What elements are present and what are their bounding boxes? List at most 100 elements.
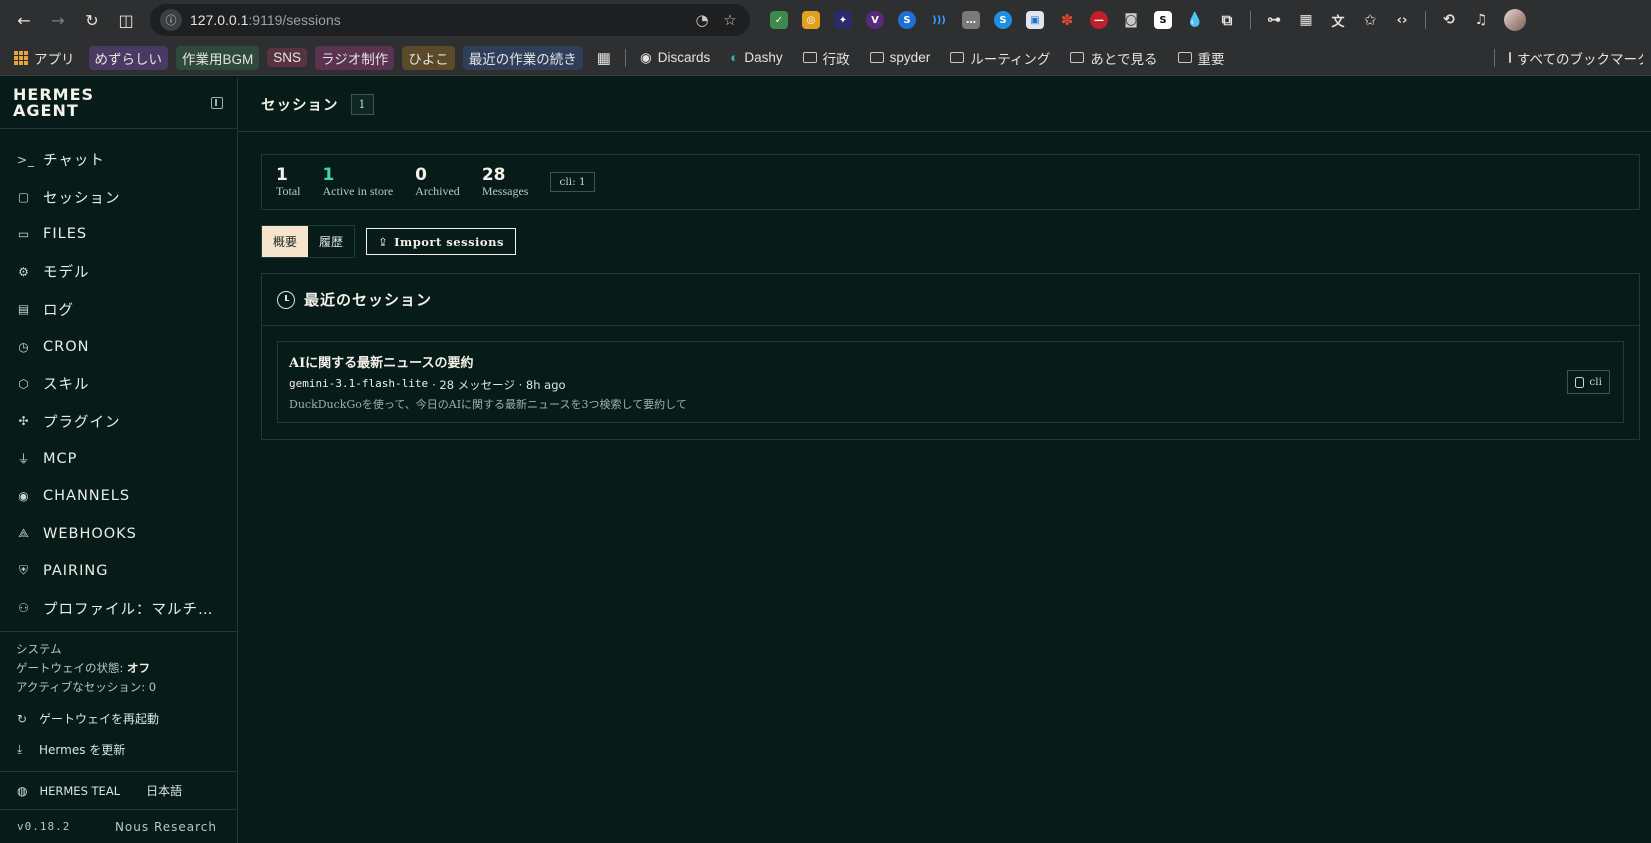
- folder-icon: [1177, 52, 1192, 63]
- bookmark-separator: [624, 48, 626, 67]
- language-switcher[interactable]: 日本語: [146, 782, 182, 799]
- bookmark-tag-1[interactable]: めずらしい: [88, 45, 168, 70]
- media-control-icon[interactable]: ♫: [1472, 11, 1490, 29]
- folder-icon: [1070, 52, 1085, 63]
- stat-messages: 28 Messages: [482, 166, 529, 199]
- users-icon: ⚇: [18, 601, 30, 616]
- sidebar-item-chat[interactable]: >_ チャット: [0, 141, 237, 178]
- session-meta-rest: · 28 メッセージ · 8h ago: [432, 378, 566, 392]
- stat-value: 0: [415, 164, 427, 185]
- sidebar-item-label: プロファイル：マルチエージェント: [43, 601, 213, 618]
- sidebar-item-plugins[interactable]: ✣ プラグイン: [0, 403, 237, 440]
- s-extension-icon[interactable]: S: [1154, 11, 1172, 29]
- session-preview: DuckDuckGoを使って、今日のAIに関する最新ニュースを3つ検索して要約し…: [289, 398, 687, 411]
- orange-extension-icon[interactable]: ◎: [802, 11, 820, 29]
- sidebar-item-sessions[interactable]: ▢ セッション: [0, 178, 237, 215]
- source-filter-chip[interactable]: cli: 1: [550, 172, 595, 192]
- star-extension-icon[interactable]: ✦: [834, 11, 852, 29]
- extensions-puzzle-icon[interactable]: ⧉: [1218, 11, 1236, 29]
- performance-icon[interactable]: ◔: [692, 11, 712, 29]
- bookmark-discards[interactable]: ◉ Discards: [634, 48, 716, 68]
- collapse-sidebar-icon[interactable]: [211, 96, 223, 109]
- version-label: v0.18.2: [17, 820, 71, 833]
- tab-groups-icon[interactable]: ▦: [591, 47, 617, 69]
- bookmark-tag-2[interactable]: 作業用BGM: [176, 45, 260, 70]
- sidebar-item-label: チャット: [43, 153, 105, 170]
- update-hermes-button[interactable]: ⤓ Hermes を更新: [0, 734, 237, 765]
- tab-overview[interactable]: 概要: [262, 226, 309, 257]
- sidebar-item-models[interactable]: ⚙ モデル: [0, 253, 237, 290]
- bookmark-apps[interactable]: アプリ: [8, 46, 81, 70]
- reload-icon[interactable]: ↻: [78, 6, 106, 34]
- bookmark-star-icon[interactable]: ☆: [720, 11, 740, 29]
- import-sessions-button[interactable]: ⇪ Import sessions: [366, 228, 516, 255]
- bookmark-label: Dashy: [744, 50, 783, 65]
- stat-value: 1: [322, 164, 335, 185]
- folder-open-icon: ▭: [17, 227, 31, 242]
- extensions-row: ✓ ◎ ✦ V S ))) … S ▣ ✽ — ◙ S 💧 ⧉ ⊶ ▦ 文 ✩ …: [770, 9, 1526, 31]
- sidebar-item-channels[interactable]: ◉ CHANNELS: [0, 477, 237, 514]
- url-text[interactable]: 127.0.0.1:9119/sessions: [190, 12, 684, 28]
- sidebar-item-skills[interactable]: ⬡ スキル: [0, 365, 237, 402]
- code-icon[interactable]: ‹›: [1393, 11, 1411, 29]
- sidebar-item-profile[interactable]: ⚇ プロファイル：マルチエージェント: [0, 590, 237, 627]
- bookmark-dashy[interactable]: ◐ Dashy: [724, 48, 788, 67]
- address-bar[interactable]: ⓘ 127.0.0.1:9119/sessions ◔ ☆: [150, 4, 750, 36]
- bookmark-tag-3[interactable]: SNS: [267, 48, 308, 67]
- block-extension-icon[interactable]: —: [1090, 11, 1108, 29]
- camera-extension-icon[interactable]: ◙: [1122, 11, 1140, 29]
- tab-history[interactable]: 履歴: [308, 226, 354, 257]
- chat-extension-icon[interactable]: …: [962, 11, 980, 29]
- bookmark-folder-5[interactable]: 重要: [1172, 46, 1231, 70]
- restart-gateway-button[interactable]: ↻ ゲートウェイを再起動: [0, 703, 237, 734]
- drop-extension-icon[interactable]: 💧: [1186, 11, 1204, 29]
- split-view-icon[interactable]: ◫: [112, 6, 140, 34]
- sidebar-item-webhooks[interactable]: ⟁ WEBHOOKS: [0, 515, 237, 552]
- site-info-icon[interactable]: ⓘ: [160, 9, 182, 31]
- toolbar-separator-2: [1425, 11, 1426, 29]
- app-root: HERMES AGENT >_ チャット ▢ セッション ▭ FILES ⚙ モデル ▤…: [0, 78, 1651, 843]
- vendor-link[interactable]: Nous Research: [115, 820, 217, 834]
- shield-extension-icon[interactable]: ✓: [770, 11, 788, 29]
- bookmark-folder-2[interactable]: spyder: [864, 48, 937, 67]
- bookmark-tag-5[interactable]: ひよこ: [402, 45, 455, 70]
- forward-icon[interactable]: →: [44, 6, 72, 34]
- link-icon[interactable]: ⊶: [1265, 11, 1283, 29]
- flower-extension-icon[interactable]: ✽: [1058, 11, 1076, 29]
- shazam-extension-icon[interactable]: S: [994, 11, 1012, 29]
- theme-switcher[interactable]: HERMES TEAL: [39, 784, 120, 798]
- bookmark-folder-3[interactable]: ルーティング: [944, 46, 1056, 70]
- image-extension-icon[interactable]: ▣: [1026, 11, 1044, 29]
- translate-icon[interactable]: 文: [1329, 11, 1347, 30]
- vis-extension-icon[interactable]: V: [866, 11, 884, 29]
- qr-code-icon[interactable]: ▦: [1297, 11, 1315, 29]
- performance-extension-icon[interactable]: ⟲: [1440, 11, 1458, 29]
- sidebar-item-label: ログ: [43, 302, 74, 319]
- sidebar-item-pairing[interactable]: ⛨ PAIRING: [0, 552, 237, 589]
- bookmark-label: すべてのブックマーク: [1517, 51, 1643, 67]
- stat-value: 1: [276, 164, 288, 185]
- bookmark-tag-4[interactable]: ラジオ制作: [315, 45, 395, 70]
- sidebar-item-cron[interactable]: ◷ CRON: [0, 328, 237, 365]
- favorites-icon[interactable]: ✩: [1361, 11, 1379, 29]
- all-bookmarks[interactable]: すべてのブックマーク: [1503, 46, 1643, 70]
- wave-extension-icon[interactable]: ))): [930, 11, 948, 29]
- stat-caption: Messages: [481, 183, 529, 198]
- blue-extension-icon[interactable]: S: [898, 11, 916, 29]
- terminal-icon: >_: [17, 152, 36, 167]
- recent-sessions-title: 最近のセッション: [304, 291, 433, 309]
- bookmark-tag-6[interactable]: 最近の作業の続き: [462, 45, 583, 70]
- session-count-badge: 1: [350, 94, 374, 115]
- bookmark-folder-4[interactable]: あとで見る: [1064, 46, 1163, 70]
- profile-avatar[interactable]: [1504, 9, 1526, 31]
- back-icon[interactable]: ←: [10, 6, 38, 34]
- brand-logo: HERMES AGENT: [13, 84, 95, 120]
- session-card[interactable]: AIに関する最新ニュースの要約 gemini-3.1-flash-lite · …: [277, 341, 1624, 423]
- sidebar-item-mcp[interactable]: ⏚ MCP: [0, 440, 237, 477]
- system-heading: システム: [16, 642, 62, 657]
- sidebar-item-logs[interactable]: ▤ ログ: [0, 291, 237, 328]
- sidebar-item-files[interactable]: ▭ FILES: [0, 216, 237, 253]
- dashy-icon: ◐: [730, 50, 739, 65]
- session-source-label: cli: [1589, 376, 1602, 388]
- bookmark-folder-1[interactable]: 行政: [797, 46, 856, 70]
